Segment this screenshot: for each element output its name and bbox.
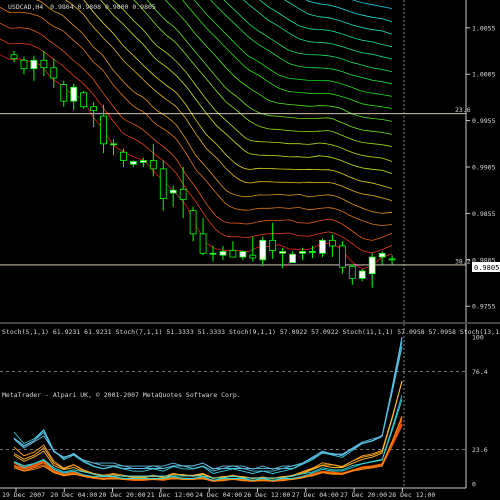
- symbol-header: USDCAD,H4 0.9804 0.9808 0.9800 0.9805: [8, 3, 156, 11]
- candle-bull: [139, 160, 147, 163]
- fib-level-label: 23.6: [455, 106, 471, 114]
- candle-bear: [338, 245, 346, 268]
- time-tick-label: 26 Dec 12:00: [244, 491, 291, 499]
- stoch-tick-label: 0: [472, 481, 476, 489]
- candle-bull: [219, 251, 227, 256]
- candle-bull: [129, 161, 137, 165]
- candle-bear: [120, 151, 127, 161]
- candle-bear: [328, 239, 336, 247]
- time-tick-label: 27 Dec 04:00: [292, 491, 339, 499]
- candle-bull: [368, 256, 376, 275]
- time-tick-label: 19 Dec 2007: [2, 491, 45, 499]
- candle-bear: [10, 54, 18, 59]
- candle-bear: [388, 258, 396, 261]
- candle-bull: [259, 239, 267, 261]
- candle-bear: [100, 115, 107, 145]
- candle-bear: [249, 254, 257, 259]
- candle-bear: [20, 59, 28, 70]
- candle-bear: [149, 160, 157, 170]
- time-tick-label: 27 Dec 20:00: [340, 491, 387, 499]
- candle-bull: [110, 143, 117, 146]
- candle-bear: [179, 188, 187, 200]
- time-tick-label: 21 Dec 12:00: [147, 491, 194, 499]
- candle-bull: [209, 252, 217, 255]
- candle-bull: [319, 239, 326, 254]
- candle-bear: [80, 92, 88, 108]
- fib-level-label: 38.2: [455, 257, 471, 265]
- candle-bull: [169, 189, 177, 194]
- time-tick-label: 20 Dec 20:00: [99, 491, 146, 499]
- price-tick-label: 1.0055: [472, 24, 496, 32]
- candle-bull: [378, 252, 386, 258]
- candle-bear: [90, 106, 97, 111]
- candle-bear: [40, 59, 48, 69]
- stoch-tick-label: 76.4: [472, 368, 488, 376]
- candle-bull: [289, 253, 297, 264]
- bid-price-label: 0.9805: [474, 264, 499, 272]
- candle-bear: [229, 250, 237, 258]
- candle-bear: [199, 233, 207, 254]
- chart-background: [0, 0, 500, 500]
- candle-bull: [299, 251, 306, 254]
- candle-bear: [269, 239, 277, 251]
- price-tick-label: 0.9855: [472, 210, 496, 218]
- candle-bear: [189, 210, 197, 235]
- price-tick-label: 0.9905: [472, 164, 496, 172]
- candle-bull: [70, 86, 78, 102]
- price-tick-label: 1.0005: [472, 71, 496, 79]
- stoch-header: Stoch(5,1,1) 61.9231 61.9231 Stoch(7,1,1…: [2, 328, 500, 336]
- candle-bear: [348, 265, 356, 279]
- ohlc-values: 0.9804 0.9808 0.9800 0.9805: [50, 3, 156, 11]
- mt4-chart-window[interactable]: 23.6 38.2 1.0055 1.0005 0.9955 0.9905 0.9855 0…: [0, 0, 500, 500]
- candle-bull: [279, 251, 287, 254]
- price-tick-label: 0.9755: [472, 303, 496, 311]
- stoch-tick-label: 23.6: [472, 446, 488, 454]
- copyright-text: MetaTrader - Alpari UK, © 2001-2007 Meta…: [2, 391, 241, 399]
- stoch-tick-label: 100: [472, 334, 484, 342]
- time-tick-label: 24 Dec 04:00: [195, 491, 242, 499]
- time-tick-label: 20 Dec 04:00: [50, 491, 97, 499]
- candle-bull: [358, 270, 366, 279]
- candle-bull: [239, 251, 247, 258]
- candle-bull: [309, 251, 316, 253]
- candle-bull: [30, 59, 38, 70]
- symbol-name: USDCAD,H4: [8, 3, 43, 11]
- candle-bear: [50, 67, 58, 79]
- candle-bear: [159, 168, 167, 199]
- candle-bear: [60, 84, 68, 102]
- time-tick-label: 28 Dec 12:00: [388, 491, 435, 499]
- price-tick-label: 0.9955: [472, 117, 496, 125]
